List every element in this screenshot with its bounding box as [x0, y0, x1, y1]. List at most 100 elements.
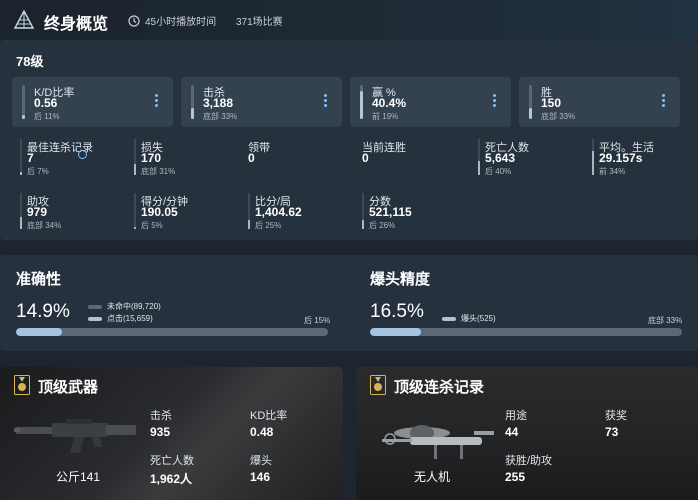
headshot-rank: 底部 33% [648, 316, 683, 325]
stat-value: 5,643 [485, 151, 516, 165]
stat-card-fill [22, 115, 25, 119]
accuracy-bar-fill [16, 328, 63, 336]
stat-fill [478, 160, 480, 175]
playtime-info: 45小时播放时间 [128, 13, 216, 28]
lifetime-stats-panel: 78级 K/D比率 0.56 后 11% 击杀 3,188 底部 33% 赢 %… [0, 40, 698, 240]
streak-stat-value: 255 [505, 470, 526, 484]
stat-score-per-minute: 得分/分钟 190.05 后 5% [134, 193, 244, 233]
stat-avg-life: 平均。生活 29.157s 前 34% [592, 139, 698, 179]
headshot-bar [370, 328, 682, 336]
headshot-title: 爆头精度 [370, 271, 431, 288]
stat-card-rank: 后 11% [34, 112, 60, 121]
stat-rank: 后 5% [141, 221, 163, 230]
stat-value: 29.157s [599, 151, 643, 165]
stat-card-value: 40.4% [372, 96, 407, 110]
stat-fill [134, 163, 136, 175]
weapon-stat: 死亡人数 1,962人 [150, 452, 194, 487]
legend-misses: 未命中(89,720) [88, 301, 161, 312]
weapon-stat: 爆头 146 [250, 452, 272, 484]
stat-assists: 助攻 979 底部 34% [20, 193, 130, 233]
stat-rank: 底部 34% [27, 221, 62, 230]
accuracy-panel: 准确性 14.9% 未命中(89,720) 点击(15,659) 后 15% 爆… [0, 255, 698, 351]
stat-card-fill [529, 107, 532, 119]
stat-fill [20, 172, 22, 175]
stat-value: 7 [27, 151, 34, 165]
stat-score: 分数 521,115 后 26% [362, 193, 472, 233]
stat-rank: 底部 31% [141, 167, 176, 176]
legend-hits: 点击(15,659) [88, 313, 153, 324]
stat-losses: 损失 170 底部 31% [134, 139, 244, 179]
streak-stat: 用途 44 [505, 407, 527, 439]
streak-stat: 获奖 73 [605, 407, 627, 439]
weapon-stat-label: 爆头 [250, 455, 272, 467]
weapon-stat-value: 935 [150, 425, 171, 439]
stat-rank: 前 34% [599, 167, 626, 176]
more-options-icon[interactable] [324, 94, 328, 107]
stat-card-value: 3,188 [203, 96, 234, 110]
stat-fill [20, 216, 22, 229]
stat-card-value: 0.56 [34, 96, 58, 110]
medal-icon [370, 375, 386, 395]
stat-card-wins[interactable]: 胜 150 底部 33% [519, 77, 680, 127]
stat-value: 190.05 [141, 205, 178, 219]
streak-stat-value: 44 [505, 425, 519, 439]
accuracy-percent: 14.9% [16, 301, 70, 322]
stat-card-win-percent[interactable]: 赢 % 40.4% 前 19% [350, 77, 511, 127]
page-title: 终身概览 [44, 16, 109, 33]
streak-stat: 获胜/助攻 255 [505, 452, 552, 484]
stat-value: 979 [27, 205, 48, 219]
matches-text: 371场比赛 [236, 17, 283, 28]
stat-value: 521,115 [369, 205, 412, 219]
legend-headshots: 爆头(525) [442, 313, 496, 324]
weapon-stat-label: 死亡人数 [150, 455, 194, 467]
matches-info: 371场比赛 [236, 13, 283, 28]
weapon-stat-label: KD比率 [250, 410, 288, 422]
stat-card-rank: 底部 33% [541, 112, 576, 121]
stat-fill [592, 151, 594, 175]
legend-label: 未命中(89,720) [107, 302, 161, 311]
accuracy-rank: 后 15% [304, 316, 331, 325]
more-options-icon[interactable] [662, 94, 666, 107]
stat-best-streak: 最佳连杀记录 7 后 7% [20, 139, 130, 179]
stat-score-per-game: 比分/局 1,404.62 后 25% [248, 193, 358, 233]
stat-value: 0 [248, 151, 255, 165]
cursor-ring-icon [78, 150, 87, 159]
weapon-stat-value: 0.48 [250, 425, 274, 439]
streak-stat-value: 73 [605, 425, 619, 439]
streak-stat-label: 获胜/助攻 [505, 455, 553, 467]
drone-icon [382, 425, 494, 459]
accuracy-title: 准确性 [16, 271, 62, 288]
top-streak-title: 顶级连杀记录 [394, 379, 485, 396]
stat-fill [362, 219, 364, 229]
weapon-stat: KD比率 0.48 [250, 407, 287, 439]
streak-stat-label: 获奖 [605, 410, 627, 422]
top-weapon-card[interactable]: 顶级武器 公斤141 击杀 935 KD比率 0.48 死亡人数 1,962人 … [0, 367, 343, 500]
more-options-icon[interactable] [493, 94, 497, 107]
stat-card-kills[interactable]: 击杀 3,188 底部 33% [181, 77, 342, 127]
weapon-stat-label: 击杀 [150, 410, 172, 422]
legend-label: 爆头(525) [461, 314, 496, 323]
streak-stat-label: 用途 [505, 410, 527, 422]
top-streak-card[interactable]: 顶级连杀记录 无人机 用途 44 获奖 73 获胜/助攻 255 [356, 367, 698, 500]
stat-ties: 领带 0 [248, 139, 358, 179]
weapon-stat: 击杀 935 [150, 407, 172, 439]
medal-icon [14, 375, 30, 395]
accuracy-bar [16, 328, 328, 336]
stat-card-rank: 底部 33% [203, 112, 238, 121]
stat-rank: 后 26% [369, 221, 396, 230]
stat-rank: 后 40% [485, 167, 512, 176]
stat-card-kd[interactable]: K/D比率 0.56 后 11% [12, 77, 173, 127]
stat-value: 1,404.62 [255, 205, 302, 219]
more-options-icon[interactable] [155, 94, 159, 107]
pyramid-logo-icon [14, 10, 34, 29]
stat-value: 170 [141, 151, 162, 165]
playtime-text: 45小时播放时间 [145, 17, 217, 28]
stat-card-rank: 前 19% [372, 112, 399, 121]
stat-rank: 后 7% [27, 167, 49, 176]
stat-value: 0 [362, 151, 369, 165]
streak-name: 无人机 [414, 470, 451, 484]
stat-card-fill [191, 107, 194, 119]
stat-fill [134, 227, 136, 229]
stat-card-fill [360, 91, 363, 119]
level-label: 78级 [16, 54, 44, 69]
